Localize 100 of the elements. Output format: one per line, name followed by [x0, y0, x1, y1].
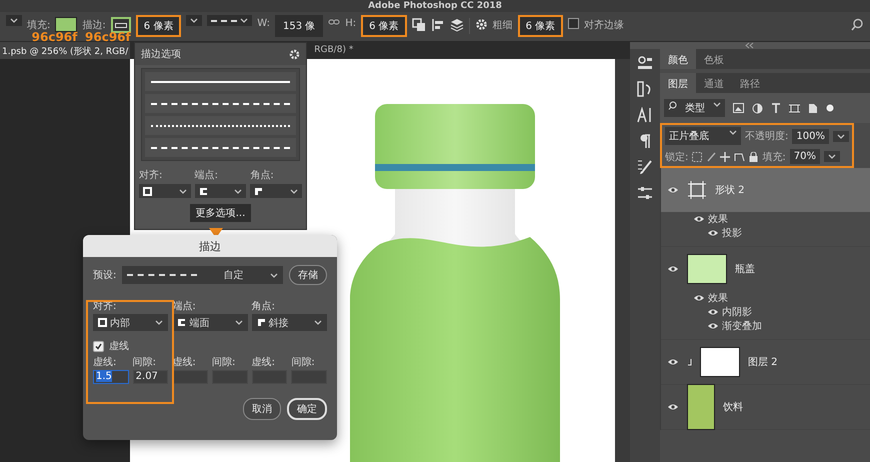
check-icon — [95, 342, 102, 350]
layer-row[interactable]: 饮料 — [661, 385, 870, 429]
layer-row[interactable]: 瓶盖 — [661, 247, 870, 291]
stroke-type-dropdown[interactable] — [207, 15, 252, 26]
gear-icon[interactable] — [289, 48, 300, 60]
opacity-label: 不透明度: — [745, 130, 788, 143]
stroke-preset[interactable] — [145, 116, 296, 135]
eye-icon[interactable] — [707, 322, 719, 330]
lock-pixels-icon[interactable] — [692, 152, 702, 162]
toggle-dot-icon[interactable] — [826, 104, 834, 112]
layer-row[interactable]: 形状 2 — [661, 168, 870, 212]
shape-layer-icon — [687, 180, 707, 200]
document-tab[interactable]: 1.psb @ 256% (形状 2, RGB/ — [0, 42, 130, 59]
align-edges-checkbox[interactable] — [568, 18, 580, 29]
weight-label: 粗细 — [492, 19, 513, 32]
paragraph-icon[interactable] — [639, 133, 651, 149]
eye-icon[interactable] — [693, 294, 705, 302]
blend-mode-dropdown[interactable]: 正片叠底 — [665, 127, 742, 145]
eye-icon[interactable] — [667, 186, 679, 194]
stroke-swatch[interactable] — [110, 17, 131, 33]
panel-tab[interactable]: 色板 — [696, 49, 732, 69]
adjustments-icon[interactable] — [637, 185, 653, 201]
width-field[interactable]: 153 像 — [274, 15, 324, 37]
brush-icon[interactable] — [706, 152, 716, 162]
tool-preset-dropdown[interactable] — [6, 15, 22, 26]
effect-name: 渐变叠加 — [722, 320, 762, 333]
collapse-icon[interactable] — [745, 42, 755, 49]
fill-swatch[interactable] — [55, 17, 78, 32]
brush-icon[interactable] — [637, 159, 653, 175]
shape-filter-icon[interactable] — [789, 102, 800, 114]
corners-dropdown[interactable]: 斜接 — [252, 314, 327, 331]
layer-name: 形状 2 — [715, 184, 745, 197]
path-operations-icon[interactable] — [412, 18, 426, 32]
caret-icon — [178, 188, 187, 194]
gear-icon[interactable] — [474, 18, 488, 31]
stroke-preset[interactable] — [145, 94, 296, 113]
caret-icon — [234, 319, 243, 326]
height-field[interactable]: 6 像素 — [361, 15, 407, 37]
search-icon — [668, 101, 677, 110]
caret-icon — [837, 132, 845, 140]
search-icon[interactable] — [851, 18, 864, 31]
stroke-width-dropdown[interactable] — [186, 15, 202, 26]
opacity-dropdown[interactable] — [833, 130, 849, 142]
pointer-arrow-icon — [209, 228, 223, 238]
type-filter-icon[interactable] — [771, 103, 781, 113]
panel-tab[interactable]: 路径 — [732, 73, 768, 93]
character-icon[interactable] — [637, 107, 653, 123]
eye-icon[interactable] — [693, 215, 705, 223]
fill-dropdown[interactable] — [824, 151, 840, 162]
effect-name: 内阴影 — [722, 306, 752, 319]
align-dropdown[interactable] — [139, 184, 191, 198]
document-tab[interactable]: RGB/8) * — [312, 42, 356, 59]
ok-button[interactable]: 确定 — [287, 398, 327, 420]
lock-icon[interactable] — [749, 152, 758, 162]
preset-value: 自定 — [224, 268, 244, 282]
arrange-icon[interactable] — [450, 18, 464, 32]
corners-label: 角点: — [250, 168, 275, 182]
layer-thumbnail — [700, 347, 740, 377]
align-icon[interactable] — [430, 18, 445, 32]
image-filter-icon[interactable] — [733, 103, 744, 113]
caps-dropdown[interactable] — [194, 184, 246, 198]
dashed-line-checkbox[interactable] — [93, 340, 104, 352]
eye-icon[interactable] — [667, 403, 679, 411]
preset-dropdown[interactable]: 自定 — [122, 266, 283, 284]
align-dropdown[interactable]: 内部 — [93, 314, 168, 331]
caps-dropdown[interactable]: 端面 — [172, 314, 248, 331]
color-note: 96c96f — [32, 31, 78, 43]
dash-preview-icon — [127, 274, 198, 276]
layer-name: 饮料 — [723, 400, 743, 414]
dialog-title: 描边 — [83, 235, 337, 257]
filter-dropdown[interactable]: 类型 — [664, 99, 725, 117]
stroke-width-field[interactable]: 6 像素 — [136, 15, 182, 37]
opacity-field[interactable]: 100% — [792, 128, 829, 144]
properties-icon[interactable] — [637, 55, 653, 71]
weight-field[interactable]: 6 像素 — [518, 15, 564, 37]
scrollbar[interactable] — [615, 59, 630, 462]
layer-row[interactable]: 图层 2 — [661, 340, 870, 384]
dash-input-field[interactable]: 2.07 — [132, 370, 168, 384]
eye-icon[interactable] — [707, 308, 719, 316]
panel-tab[interactable]: 图层 — [660, 73, 696, 93]
adjustment-filter-icon[interactable] — [752, 102, 763, 114]
smart-object-filter-icon[interactable] — [808, 102, 818, 114]
dash-input-field[interactable] — [172, 370, 208, 384]
eye-icon[interactable] — [667, 265, 679, 273]
fill-field[interactable]: 70% — [790, 149, 820, 164]
more-options-button[interactable]: 更多选项... — [190, 204, 252, 222]
panel-tab[interactable]: 通道 — [696, 73, 732, 93]
link-icon[interactable] — [328, 18, 340, 26]
eye-icon[interactable] — [667, 358, 679, 366]
stroke-preset[interactable] — [145, 138, 296, 157]
fill-label: 填充: — [762, 150, 786, 164]
eye-icon[interactable] — [707, 229, 719, 237]
cancel-button[interactable]: 取消 — [243, 398, 281, 420]
panel-tab[interactable]: 颜色 — [660, 49, 696, 69]
corners-dropdown[interactable] — [250, 184, 302, 198]
save-button[interactable]: 存储 — [289, 265, 327, 285]
caret-icon — [10, 17, 18, 24]
dash-input-field[interactable]: 1.5 — [93, 370, 129, 384]
move-icon[interactable] — [720, 152, 730, 162]
stroke-preset[interactable] — [145, 72, 296, 91]
